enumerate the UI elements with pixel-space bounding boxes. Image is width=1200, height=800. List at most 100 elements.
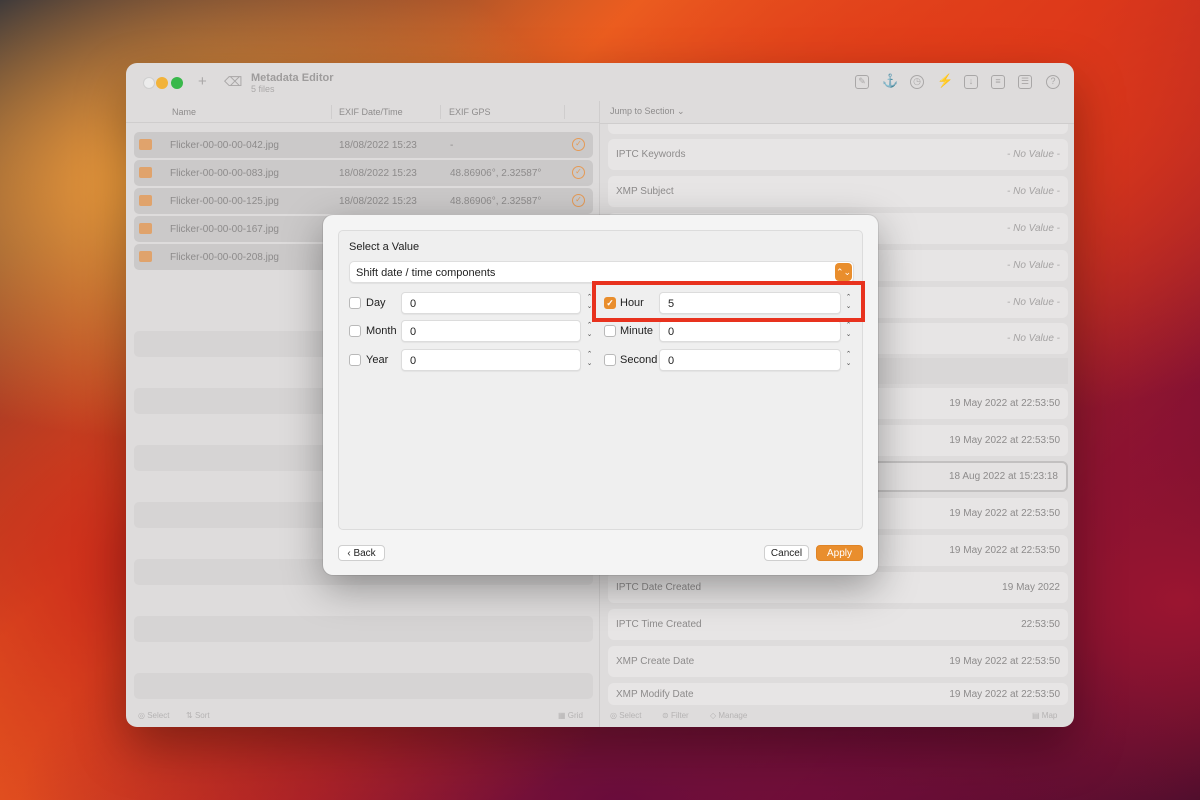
- jump-to-section-menu[interactable]: Jump to Section ⌄: [610, 106, 685, 117]
- minute-stepper[interactable]: ⌃ ⌄: [844, 321, 853, 341]
- field-value: - No Value -: [1007, 223, 1060, 234]
- inspector-footer: ◎ Select ⊜ Filter ◇ Manage ▤ Map: [600, 705, 1074, 727]
- field-value: - No Value -: [1007, 297, 1060, 308]
- select-button[interactable]: ◎ Select: [138, 711, 169, 720]
- sort-label: Sort: [194, 711, 210, 720]
- table-row[interactable]: Flicker-00-00-00-083.jpg 18/08/2022 15:2…: [134, 160, 593, 186]
- field-value: 19 May 2022 at 22:53:50: [949, 398, 1060, 409]
- delete-icon[interactable]: ⌫: [224, 74, 242, 90]
- dialog-content: Select a Value Shift date / time compone…: [338, 230, 863, 530]
- field-value: 19 May 2022 at 22:53:50: [949, 508, 1060, 519]
- filter-button[interactable]: ⊜ Filter: [662, 711, 689, 720]
- anchor-icon[interactable]: ⚓: [882, 74, 898, 89]
- year-value: 0: [410, 355, 417, 367]
- maximize-window-button[interactable]: [171, 77, 183, 89]
- minute-field[interactable]: 0: [659, 320, 841, 342]
- month-checkbox[interactable]: [349, 325, 361, 337]
- field-label: XMP Modify Date: [616, 689, 694, 700]
- column-divider[interactable]: [440, 105, 441, 119]
- map-button[interactable]: ▤ Map: [1032, 711, 1057, 720]
- title-bar: + ⌫ Metadata Editor 5 files ✎ ⚓ ◷ ⚡ ↓ ≡ …: [126, 63, 1074, 101]
- day-checkbox[interactable]: [349, 297, 361, 309]
- back-label: Back: [353, 548, 376, 559]
- apply-button[interactable]: Apply: [816, 545, 863, 561]
- second-field[interactable]: 0: [659, 349, 841, 371]
- select-label: Select: [147, 711, 170, 720]
- day-value: 0: [410, 298, 417, 310]
- table-row[interactable]: Flicker-00-00-00-125.jpg 18/08/2022 15:2…: [134, 188, 593, 214]
- field-label: XMP Create Date: [616, 656, 695, 667]
- second-stepper[interactable]: ⌃ ⌄: [844, 350, 853, 370]
- column-divider[interactable]: [331, 105, 332, 119]
- file-date: 18/08/2022 15:23: [339, 168, 417, 179]
- import-icon[interactable]: ↓: [964, 75, 978, 89]
- grid-button[interactable]: ▦ Grid: [558, 711, 583, 720]
- file-list-header: Name EXIF Date/Time EXIF GPS: [126, 101, 599, 123]
- field-label: IPTC Keywords: [616, 149, 686, 160]
- lightning-icon[interactable]: ⚡: [937, 74, 953, 89]
- minute-value: 0: [668, 326, 675, 338]
- field-value: 19 May 2022 at 22:53:50: [949, 435, 1060, 446]
- empty-row: [134, 673, 593, 699]
- column-header-exif-gps[interactable]: EXIF GPS: [449, 107, 491, 117]
- minute-checkbox[interactable]: [604, 325, 616, 337]
- image-file-icon: [139, 167, 152, 178]
- field-value: 18 Aug 2022 at 15:23:18: [949, 471, 1058, 482]
- shift-mode-popup[interactable]: Shift date / time components ⌃⌄: [349, 261, 854, 283]
- year-checkbox[interactable]: [349, 354, 361, 366]
- metadata-field[interactable]: XMP Subject - No Value -: [608, 176, 1068, 207]
- window-title: Metadata Editor: [251, 72, 334, 84]
- cancel-button[interactable]: Cancel: [764, 545, 809, 561]
- year-field[interactable]: 0: [401, 349, 581, 371]
- sort-button[interactable]: ⇅ Sort: [186, 711, 210, 720]
- metadata-field[interactable]: XMP Create Date 19 May 2022 at 22:53:50: [608, 646, 1068, 677]
- clock-icon[interactable]: ◷: [910, 75, 924, 89]
- window-subtitle: 5 files: [251, 84, 275, 94]
- hour-highlight-annotation: [592, 281, 865, 322]
- year-stepper[interactable]: ⌃ ⌄: [585, 350, 594, 370]
- table-row[interactable]: Flicker-00-00-00-042.jpg 18/08/2022 15:2…: [134, 132, 593, 158]
- day-field[interactable]: 0: [401, 292, 581, 314]
- file-date: 18/08/2022 15:23: [339, 140, 417, 151]
- image-file-icon: [139, 251, 152, 262]
- month-field[interactable]: 0: [401, 320, 581, 342]
- file-name: Flicker-00-00-00-083.jpg: [170, 168, 279, 179]
- field-value: - No Value -: [1007, 333, 1060, 344]
- column-divider[interactable]: [564, 105, 565, 119]
- metadata-field: [608, 124, 1068, 134]
- file-name: Flicker-00-00-00-167.jpg: [170, 224, 279, 235]
- metadata-field[interactable]: IPTC Time Created 22:53:50: [608, 609, 1068, 640]
- second-value: 0: [668, 355, 675, 367]
- metadata-field[interactable]: IPTC Date Created 19 May 2022: [608, 572, 1068, 603]
- file-gps: 48.86906°, 2.32587°: [450, 168, 542, 179]
- shift-mode-value: Shift date / time components: [356, 267, 496, 279]
- inspector-select-button[interactable]: ◎ Select: [610, 711, 641, 720]
- second-checkbox[interactable]: [604, 354, 616, 366]
- field-value: 19 May 2022 at 22:53:50: [949, 656, 1060, 667]
- month-label: Month: [366, 325, 397, 337]
- metadata-field[interactable]: XMP Modify Date 19 May 2022 at 22:53:50: [608, 683, 1068, 705]
- day-label: Day: [366, 297, 386, 309]
- field-label: IPTC Time Created: [616, 619, 702, 630]
- image-file-icon: [139, 223, 152, 234]
- select-label: Select: [619, 711, 642, 720]
- column-header-name[interactable]: Name: [172, 107, 196, 117]
- manage-button[interactable]: ◇ Manage: [710, 711, 747, 720]
- chevron-up-down-icon[interactable]: ⌃⌄: [835, 263, 852, 281]
- minimize-window-button[interactable]: [156, 77, 168, 89]
- document-icon[interactable]: ≡: [991, 75, 1005, 89]
- plus-icon[interactable]: +: [198, 73, 207, 90]
- field-value: 19 May 2022 at 22:53:50: [949, 545, 1060, 556]
- field-value: - No Value -: [1007, 186, 1060, 197]
- field-value: 19 May 2022 at 22:53:50: [949, 689, 1060, 700]
- close-window-button[interactable]: [143, 77, 155, 89]
- help-icon[interactable]: ?: [1046, 75, 1060, 89]
- metadata-field[interactable]: IPTC Keywords - No Value -: [608, 139, 1068, 170]
- second-label: Second: [620, 354, 658, 366]
- empty-row: [134, 616, 593, 642]
- month-stepper[interactable]: ⌃ ⌄: [585, 321, 594, 341]
- back-button[interactable]: ‹ Back: [338, 545, 385, 561]
- edit-icon[interactable]: ✎: [855, 75, 869, 89]
- list-icon[interactable]: ☰: [1018, 75, 1032, 89]
- column-header-exif-date[interactable]: EXIF Date/Time: [339, 107, 403, 117]
